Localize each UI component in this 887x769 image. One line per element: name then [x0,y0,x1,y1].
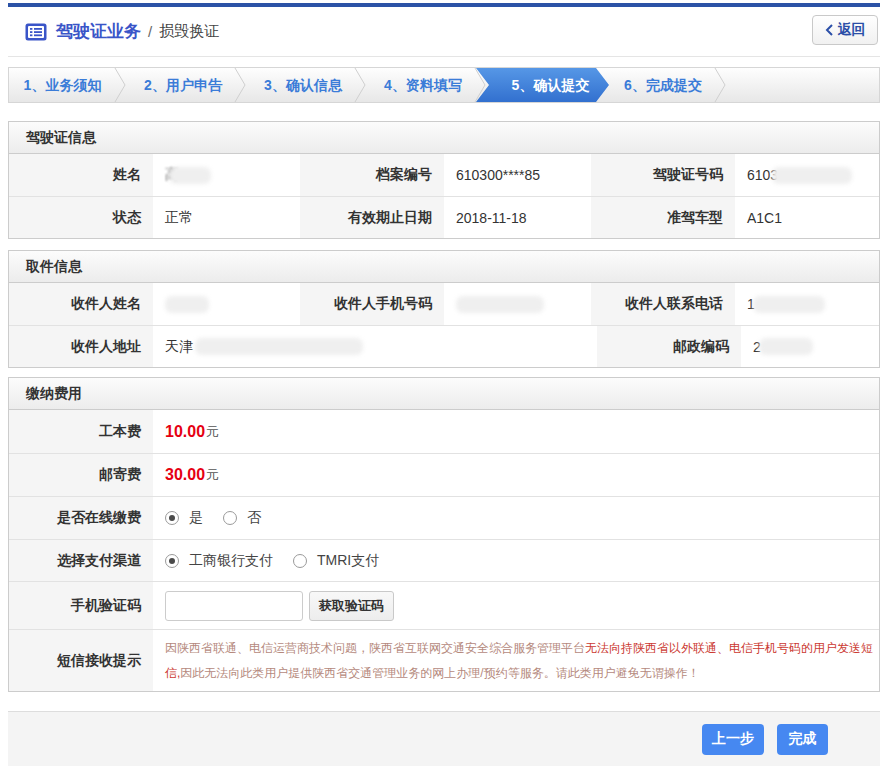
captcha-input[interactable] [165,591,303,621]
breadcrumb-divider: / [148,23,152,40]
step-3-confirm-info: 3、确认信息 [236,68,356,102]
recipient-phone-label: 收件人联系电话 [591,283,735,325]
redaction-smudge [169,167,211,184]
page: 驾驶证业务 / 损毁换证 返回 1、业务须知 2、用户申告 3、确认信息 4、资… [0,0,887,766]
step-5-confirm-submit: 5、确认提交 [476,68,609,102]
redaction-smudge [759,338,813,355]
postage-fee-label: 邮寄费 [9,454,153,496]
pay-online-yes-option[interactable]: 是 [165,509,203,527]
table-row: 收件人地址 天津 邮政编码 2 [9,325,879,367]
vehicle-class-value: A1C1 [735,197,879,238]
step-progress-bar: 1、业务须知 2、用户申告 3、确认信息 4、资料填写 5、确认提交 6、完成提… [8,67,880,103]
channel-tmri-option[interactable]: TMRI支付 [293,552,379,570]
table-row: 状态 正常 有效期止日期 2018-11-18 准驾车型 A1C1 [9,196,879,238]
back-button[interactable]: 返回 [812,15,878,45]
page-title: 驾驶证业务 [56,20,141,43]
pickup-info-section: 取件信息 收件人姓名 收件人手机号码 收件人联系电话 1 收件人地址 天津 邮政… [8,250,880,368]
postage-fee-value: 30.00元 [153,454,879,496]
step-separator-icon [234,68,247,102]
sms-notice-label: 短信接收提示 [9,630,153,691]
status-label: 状态 [9,197,153,238]
license-info-title: 驾驶证信息 [9,122,879,154]
step-6-complete-submit: 6、完成提交 [596,68,716,102]
sms-notice-text: 因陕西省联通、电信运营商技术问题，陕西省互联网交通安全综合服务管理平台无法向持陕… [153,630,879,691]
table-row: 姓名 高 档案编号 610300****85 驾驶证号码 6103 [9,154,879,196]
sms-notice-row: 短信接收提示 因陕西省联通、电信运营商技术问题，陕西省互联网交通安全综合服务管理… [9,629,879,691]
redaction-smudge [456,296,544,313]
license-business-icon [25,23,47,41]
recipient-address-label: 收件人地址 [9,326,153,367]
pay-online-label: 是否在线缴费 [9,497,153,539]
pay-online-options: 是 否 [153,497,879,539]
redaction-smudge [772,167,852,184]
captcha-field-area: 获取验证码 [153,582,879,629]
radio-unchecked-icon[interactable] [223,511,237,525]
recipient-address-value: 天津 [153,326,597,367]
step-2-user-declaration: 2、用户申告 [116,68,236,102]
footer-action-bar: 上一步 完成 [8,711,880,766]
payment-channel-label: 选择支付渠道 [9,540,153,581]
license-number-value: 6103 [735,154,879,196]
get-captcha-button[interactable]: 获取验证码 [309,591,394,621]
redaction-smudge [195,338,363,355]
production-fee-label: 工本费 [9,410,153,453]
vehicle-class-label: 准驾车型 [591,197,735,238]
captcha-label: 手机验证码 [9,582,153,629]
postal-code-label: 邮政编码 [597,326,741,367]
step-separator-icon [354,68,367,102]
status-value: 正常 [153,197,300,238]
captcha-row: 手机验证码 获取验证码 [9,581,879,629]
previous-step-button[interactable]: 上一步 [702,724,764,755]
finish-button[interactable]: 完成 [777,724,828,755]
expiry-date-value: 2018-11-18 [444,197,591,238]
name-value: 高 [153,154,300,196]
payment-section: 缴纳费用 工本费 10.00元 邮寄费 30.00元 是否在线缴费 是 否 选择… [8,377,880,692]
recipient-mobile-label: 收件人手机号码 [300,283,444,325]
radio-checked-icon[interactable] [165,554,179,568]
license-info-section: 驾驶证信息 姓名 高 档案编号 610300****85 驾驶证号码 6103 … [8,121,880,239]
file-number-label: 档案编号 [300,154,444,196]
step-4-fill-data: 4、资料填写 [356,68,476,102]
recipient-phone-value: 1 [735,283,879,325]
pay-online-no-option[interactable]: 否 [223,509,261,527]
payment-title: 缴纳费用 [9,378,879,410]
file-number-value: 610300****85 [444,154,591,196]
radio-unchecked-icon[interactable] [293,554,307,568]
breadcrumb-current: 损毁换证 [159,22,219,41]
redaction-smudge [165,296,209,313]
license-number-label: 驾驶证号码 [591,154,735,196]
production-fee-value: 10.00元 [153,410,879,453]
name-label: 姓名 [9,154,153,196]
payment-channel-options: 工商银行支付 TMRI支付 [153,540,879,581]
step-1-business-notice: 1、业务须知 [9,68,116,102]
channel-icbc-option[interactable]: 工商银行支付 [165,552,273,570]
pickup-info-title: 取件信息 [9,251,879,283]
production-fee-row: 工本费 10.00元 [9,410,879,453]
postal-code-value: 2 [741,326,879,367]
payment-channel-row: 选择支付渠道 工商银行支付 TMRI支付 [9,539,879,581]
table-row: 收件人姓名 收件人手机号码 收件人联系电话 1 [9,283,879,325]
recipient-mobile-value [444,283,591,325]
chevron-left-icon [825,24,833,36]
postage-fee-row: 邮寄费 30.00元 [9,453,879,496]
step-separator-icon [114,68,127,102]
recipient-name-label: 收件人姓名 [9,283,153,325]
expiry-date-label: 有效期止日期 [300,197,444,238]
redaction-smudge [753,296,825,313]
recipient-name-value [153,283,300,325]
radio-checked-icon[interactable] [165,511,179,525]
pay-online-row: 是否在线缴费 是 否 [9,496,879,539]
app-header: 驾驶证业务 / 损毁换证 返回 [8,7,880,57]
